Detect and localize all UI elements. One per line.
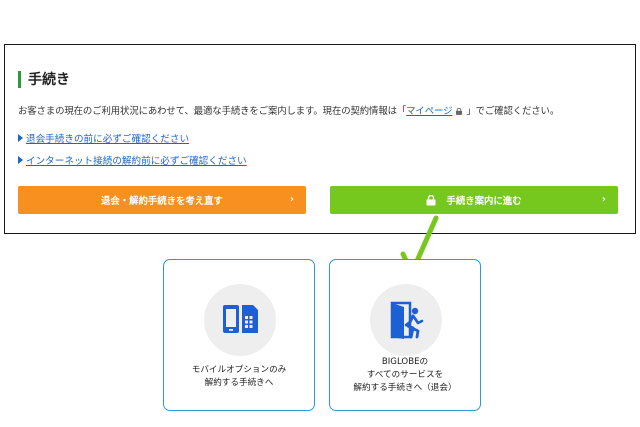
link-before-withdraw[interactable]: 退会手続きの前に必ずご確認ください [18,131,189,145]
card-label-line-1: モバイルオプションのみ [191,365,287,375]
chevron-right-icon: › [601,194,606,205]
description-text: お客さまの現在のご利用状況にあわせて、最適な手続きをご案内します。現在の契約情報… [18,103,559,117]
link-before-withdraw-label: 退会手続きの前に必ずご確認ください [26,134,190,145]
chevron-right-icon: › [289,194,294,205]
triangle-right-icon [18,134,23,142]
proceed-button-label: 手続き案内に進む [446,196,522,207]
card-label-line-1: BIGLOBEの [381,357,429,367]
mobile-option-cancel-card[interactable]: モバイルオプションのみ 解約する手続きへ [163,259,315,411]
description-post: 」でご確認ください。 [466,106,560,117]
lock-icon [456,108,463,115]
heading-accent-bar [18,70,21,88]
lock-icon [426,194,436,205]
reconsider-button-label: 退会・解約手続きを考え直す [101,196,223,207]
card-label-line-2: すべてのサービスを [366,370,444,380]
proceed-button[interactable]: 手続き案内に進む › [330,186,618,214]
page-title: 手続き [28,72,70,88]
link-before-cancel-internet-label: インターネット接続の解約前に必ずご確認ください [26,156,247,167]
exit-door-icon [390,301,424,339]
withdraw-all-services-card[interactable]: BIGLOBEの すべてのサービスを 解約する手続きへ（退会） [329,259,481,411]
icon-circle [370,284,442,356]
card-label-line-3: 解約する手続きへ（退会） [353,383,457,393]
icon-circle [204,284,276,356]
mobile-sim-icon [223,305,258,333]
triangle-right-icon [18,156,23,164]
reconsider-button[interactable]: 退会・解約手続きを考え直す › [18,186,306,214]
procedure-panel: 手続き お客さまの現在のご利用状況にあわせて、最適な手続きをご案内します。現在の… [4,44,636,234]
section-heading: 手続き [18,69,70,89]
mypage-link[interactable]: マイページ [406,106,452,117]
link-before-cancel-internet[interactable]: インターネット接続の解約前に必ずご確認ください [18,153,247,167]
card-label-line-2: 解約する手続きへ [204,378,274,388]
description-pre: お客さまの現在のご利用状況にあわせて、最適な手続きをご案内します。現在の契約情報… [18,106,407,117]
